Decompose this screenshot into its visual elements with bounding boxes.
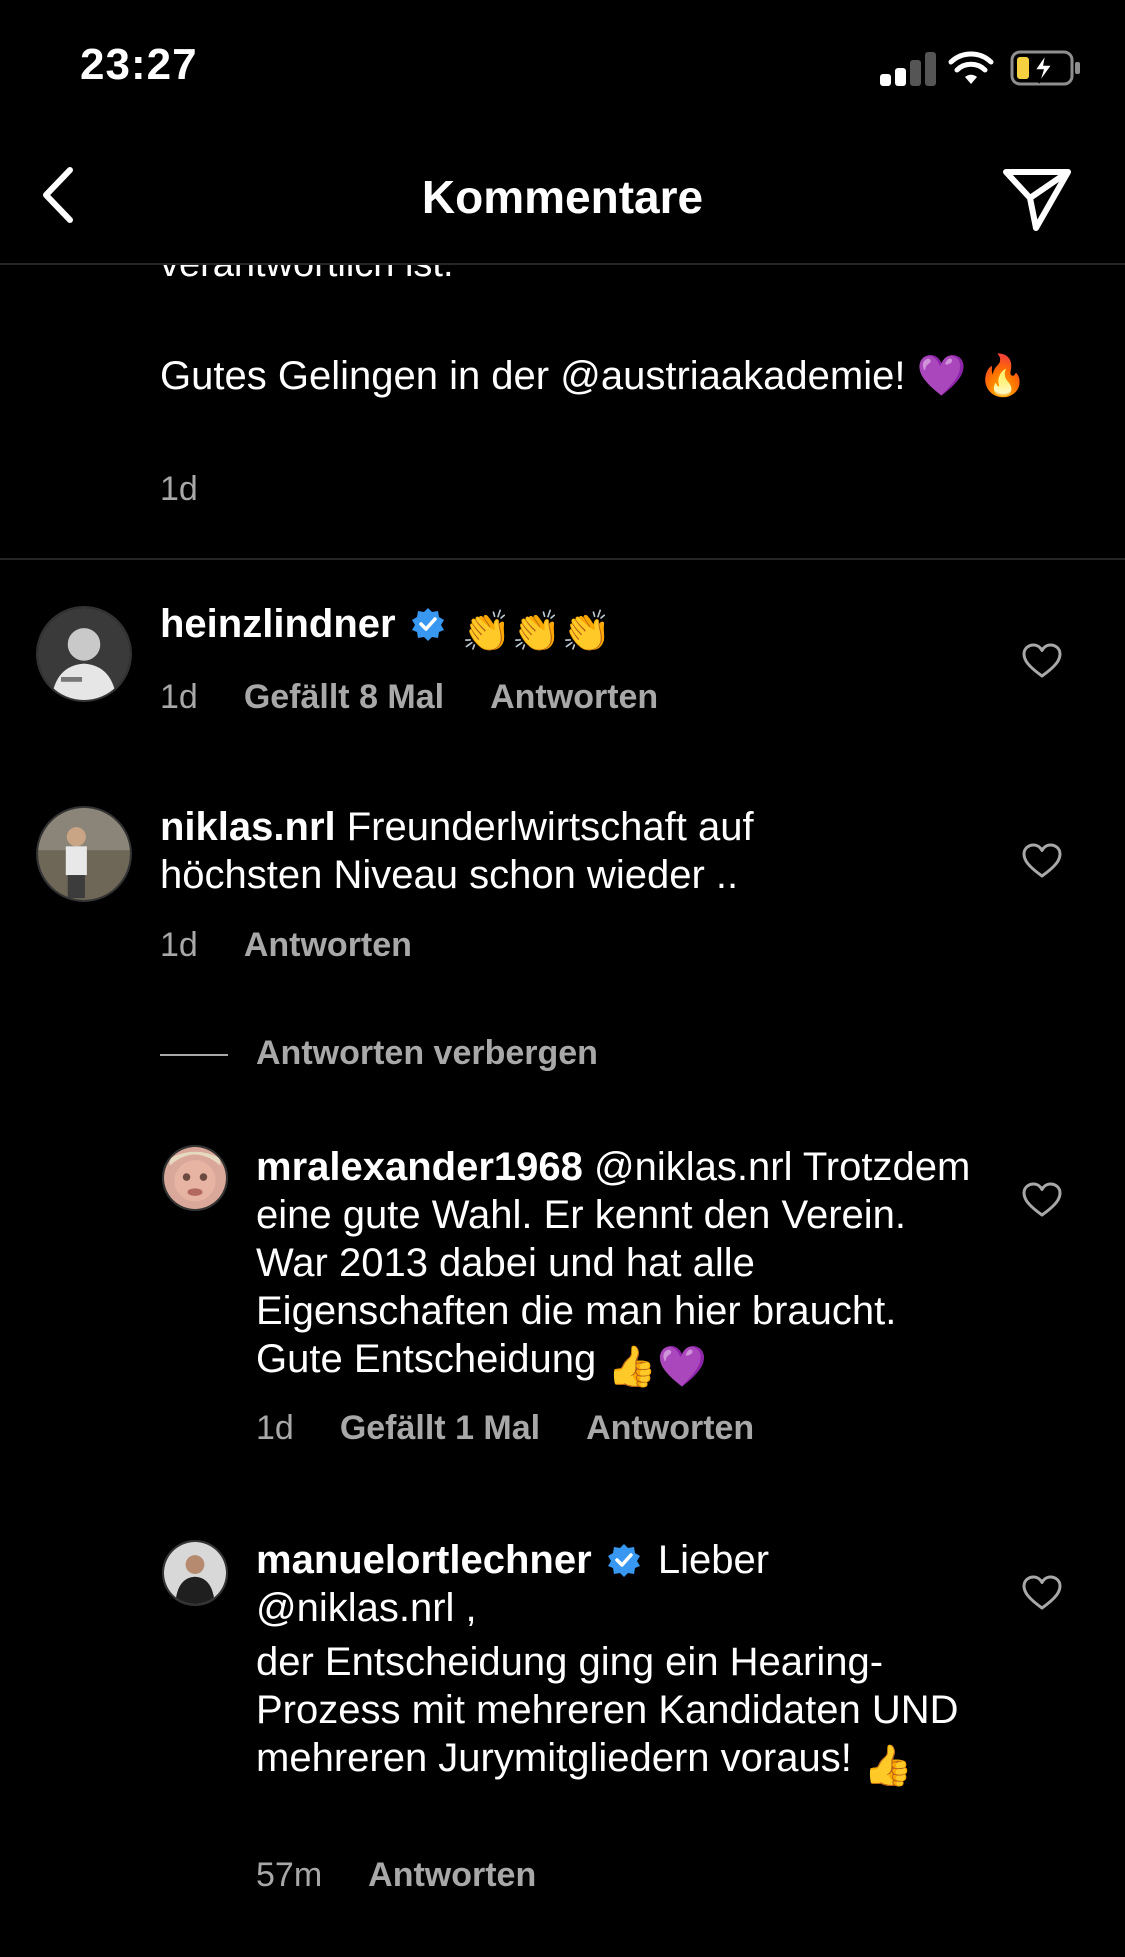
comment-text: heinzlindner 👏👏👏 xyxy=(160,600,800,656)
status-time: 23:27 xyxy=(80,40,198,89)
paper-plane-icon[interactable] xyxy=(1000,162,1074,236)
hide-replies-line xyxy=(160,1054,228,1056)
comment-body-block: der Entscheidung ging ein Hearing-Prozes… xyxy=(256,1638,976,1790)
avatar[interactable] xyxy=(162,1145,228,1211)
username[interactable]: niklas.nrl xyxy=(160,805,336,849)
divider xyxy=(0,558,1125,560)
caption-text: Gutes Gelingen in der @austriaakademie! … xyxy=(160,354,1028,398)
verified-badge-icon xyxy=(607,1544,640,1577)
comment-text: mralexander1968 @niklas.nrl Trotzdem ein… xyxy=(256,1143,976,1391)
comment-meta: 57m Antworten xyxy=(256,1856,536,1895)
verified-badge-icon xyxy=(411,608,444,641)
comment-timestamp: 1d xyxy=(160,926,198,964)
username[interactable]: mralexander1968 xyxy=(256,1145,583,1189)
comment-text: niklas.nrl Freunderlwirtschaft auf höchs… xyxy=(160,803,820,899)
comment-timestamp: 1d xyxy=(160,678,198,716)
avatar[interactable] xyxy=(36,606,132,702)
comment-meta: 1d Gefällt 1 Mal Antworten xyxy=(256,1409,754,1448)
avatar[interactable] xyxy=(162,1540,228,1606)
comment-body: 👏👏👏 xyxy=(461,610,612,654)
mention-link[interactable]: @niklas.nrl xyxy=(594,1145,792,1189)
mention-link[interactable]: @niklas.nrl xyxy=(256,1586,454,1630)
heart-icon[interactable] xyxy=(1022,1182,1062,1218)
likes-count[interactable]: Gefällt 8 Mal xyxy=(244,678,444,716)
top-nav-bar: Kommentare xyxy=(0,140,1125,264)
comment-text: manuelortlechner Lieber @niklas.nrl , de… xyxy=(256,1536,976,1790)
reply-button[interactable]: Antworten xyxy=(244,926,412,964)
reply-button[interactable]: Antworten xyxy=(490,678,658,716)
caption-area: verantwortlich ist. Gutes Gelingen in de… xyxy=(0,240,1125,440)
reply-button[interactable]: Antworten xyxy=(586,1409,754,1447)
username[interactable]: manuelortlechner xyxy=(256,1538,592,1582)
wifi-icon xyxy=(948,51,994,84)
heart-icon[interactable] xyxy=(1022,643,1062,679)
battery-charging-icon xyxy=(1010,50,1080,86)
mention-suffix: , xyxy=(454,1586,477,1630)
comment-timestamp: 57m xyxy=(256,1856,323,1894)
comment-body: der Entscheidung ging ein Hearing-Prozes… xyxy=(256,1640,959,1780)
comment-meta: 1d Gefällt 8 Mal Antworten xyxy=(160,678,658,717)
reply-first-line: manuelortlechner Lieber @niklas.nrl , xyxy=(256,1536,976,1632)
comment-timestamp: 1d xyxy=(256,1409,294,1447)
comment-meta: 1d Antworten xyxy=(160,926,412,965)
heart-icon[interactable] xyxy=(1022,1575,1062,1611)
reply-button[interactable]: Antworten xyxy=(368,1856,536,1894)
caption-timestamp: 1d xyxy=(160,470,198,508)
cellular-signal-icon xyxy=(880,52,936,86)
comment-emoji: 👍💜 xyxy=(607,1345,707,1389)
heart-icon[interactable] xyxy=(1022,843,1062,879)
hide-replies-button[interactable]: Antworten verbergen xyxy=(256,1034,598,1073)
header-divider xyxy=(0,263,1125,265)
avatar[interactable] xyxy=(36,806,132,902)
username[interactable]: heinzlindner xyxy=(160,602,396,646)
comment-greeting: Lieber xyxy=(657,1538,770,1582)
comments-screen: 23:27 verantwortlich ist. Gutes Gelingen… xyxy=(0,0,1125,1957)
likes-count[interactable]: Gefällt 1 Mal xyxy=(340,1409,540,1447)
page-title: Kommentare xyxy=(421,171,704,223)
comment-emoji: 👍 xyxy=(862,1744,913,1788)
